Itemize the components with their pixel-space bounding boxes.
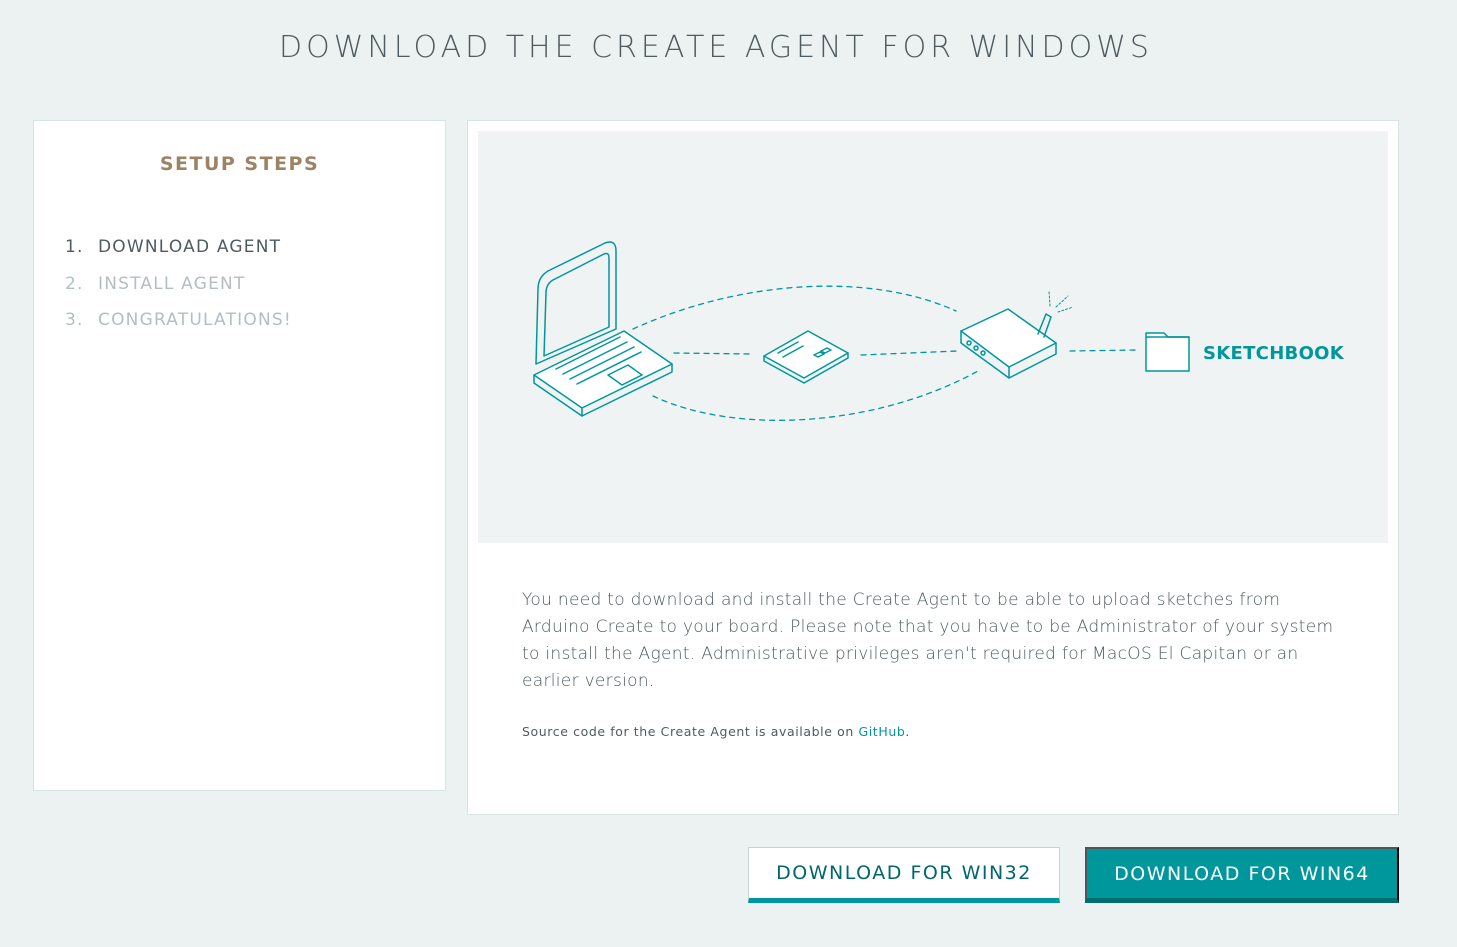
step-label: INSTALL AGENT bbox=[98, 273, 246, 294]
step-download-agent: 1. DOWNLOAD AGENT bbox=[65, 229, 292, 266]
page-title: DOWNLOAD THE CREATE AGENT FOR WINDOWS bbox=[279, 30, 1153, 65]
setup-steps-list: 1. DOWNLOAD AGENT 2. INSTALL AGENT 3. CO… bbox=[65, 229, 292, 339]
step-congratulations: 3. CONGRATULATIONS! bbox=[65, 302, 292, 339]
step-number: 3. bbox=[65, 310, 84, 331]
laptop-icon bbox=[533, 241, 673, 417]
sketchbook-label: SKETCHBOOK bbox=[1203, 343, 1345, 364]
step-label: CONGRATULATIONS! bbox=[98, 310, 292, 331]
download-win64-button[interactable]: DOWNLOAD FOR WIN64 bbox=[1085, 847, 1399, 903]
github-link[interactable]: GitHub bbox=[858, 724, 905, 739]
illustration-svg bbox=[533, 241, 1190, 421]
agent-illustration: SKETCHBOOK bbox=[478, 131, 1388, 543]
arduino-board-icon bbox=[763, 330, 849, 384]
step-install-agent: 2. INSTALL AGENT bbox=[65, 266, 292, 303]
step-label: DOWNLOAD AGENT bbox=[98, 237, 282, 258]
step-number: 2. bbox=[65, 273, 84, 294]
setup-steps-title: SETUP STEPS bbox=[159, 153, 320, 175]
source-note-prefix: Source code for the Create Agent is avai… bbox=[522, 724, 859, 739]
source-note-suffix: . bbox=[905, 724, 910, 739]
agent-description: You need to download and install the Cre… bbox=[522, 590, 1334, 691]
source-code-note: Source code for the Create Agent is avai… bbox=[522, 724, 910, 739]
main-panel: SKETCHBOOK You need to download and inst… bbox=[467, 120, 1399, 815]
download-win32-button[interactable]: DOWNLOAD FOR WIN32 bbox=[748, 847, 1060, 903]
router-icon bbox=[960, 290, 1074, 379]
folder-icon bbox=[1145, 332, 1190, 372]
connection-lines bbox=[632, 285, 1139, 421]
step-number: 1. bbox=[65, 237, 84, 258]
setup-steps-panel: SETUP STEPS 1. DOWNLOAD AGENT 2. INSTALL… bbox=[33, 120, 446, 791]
